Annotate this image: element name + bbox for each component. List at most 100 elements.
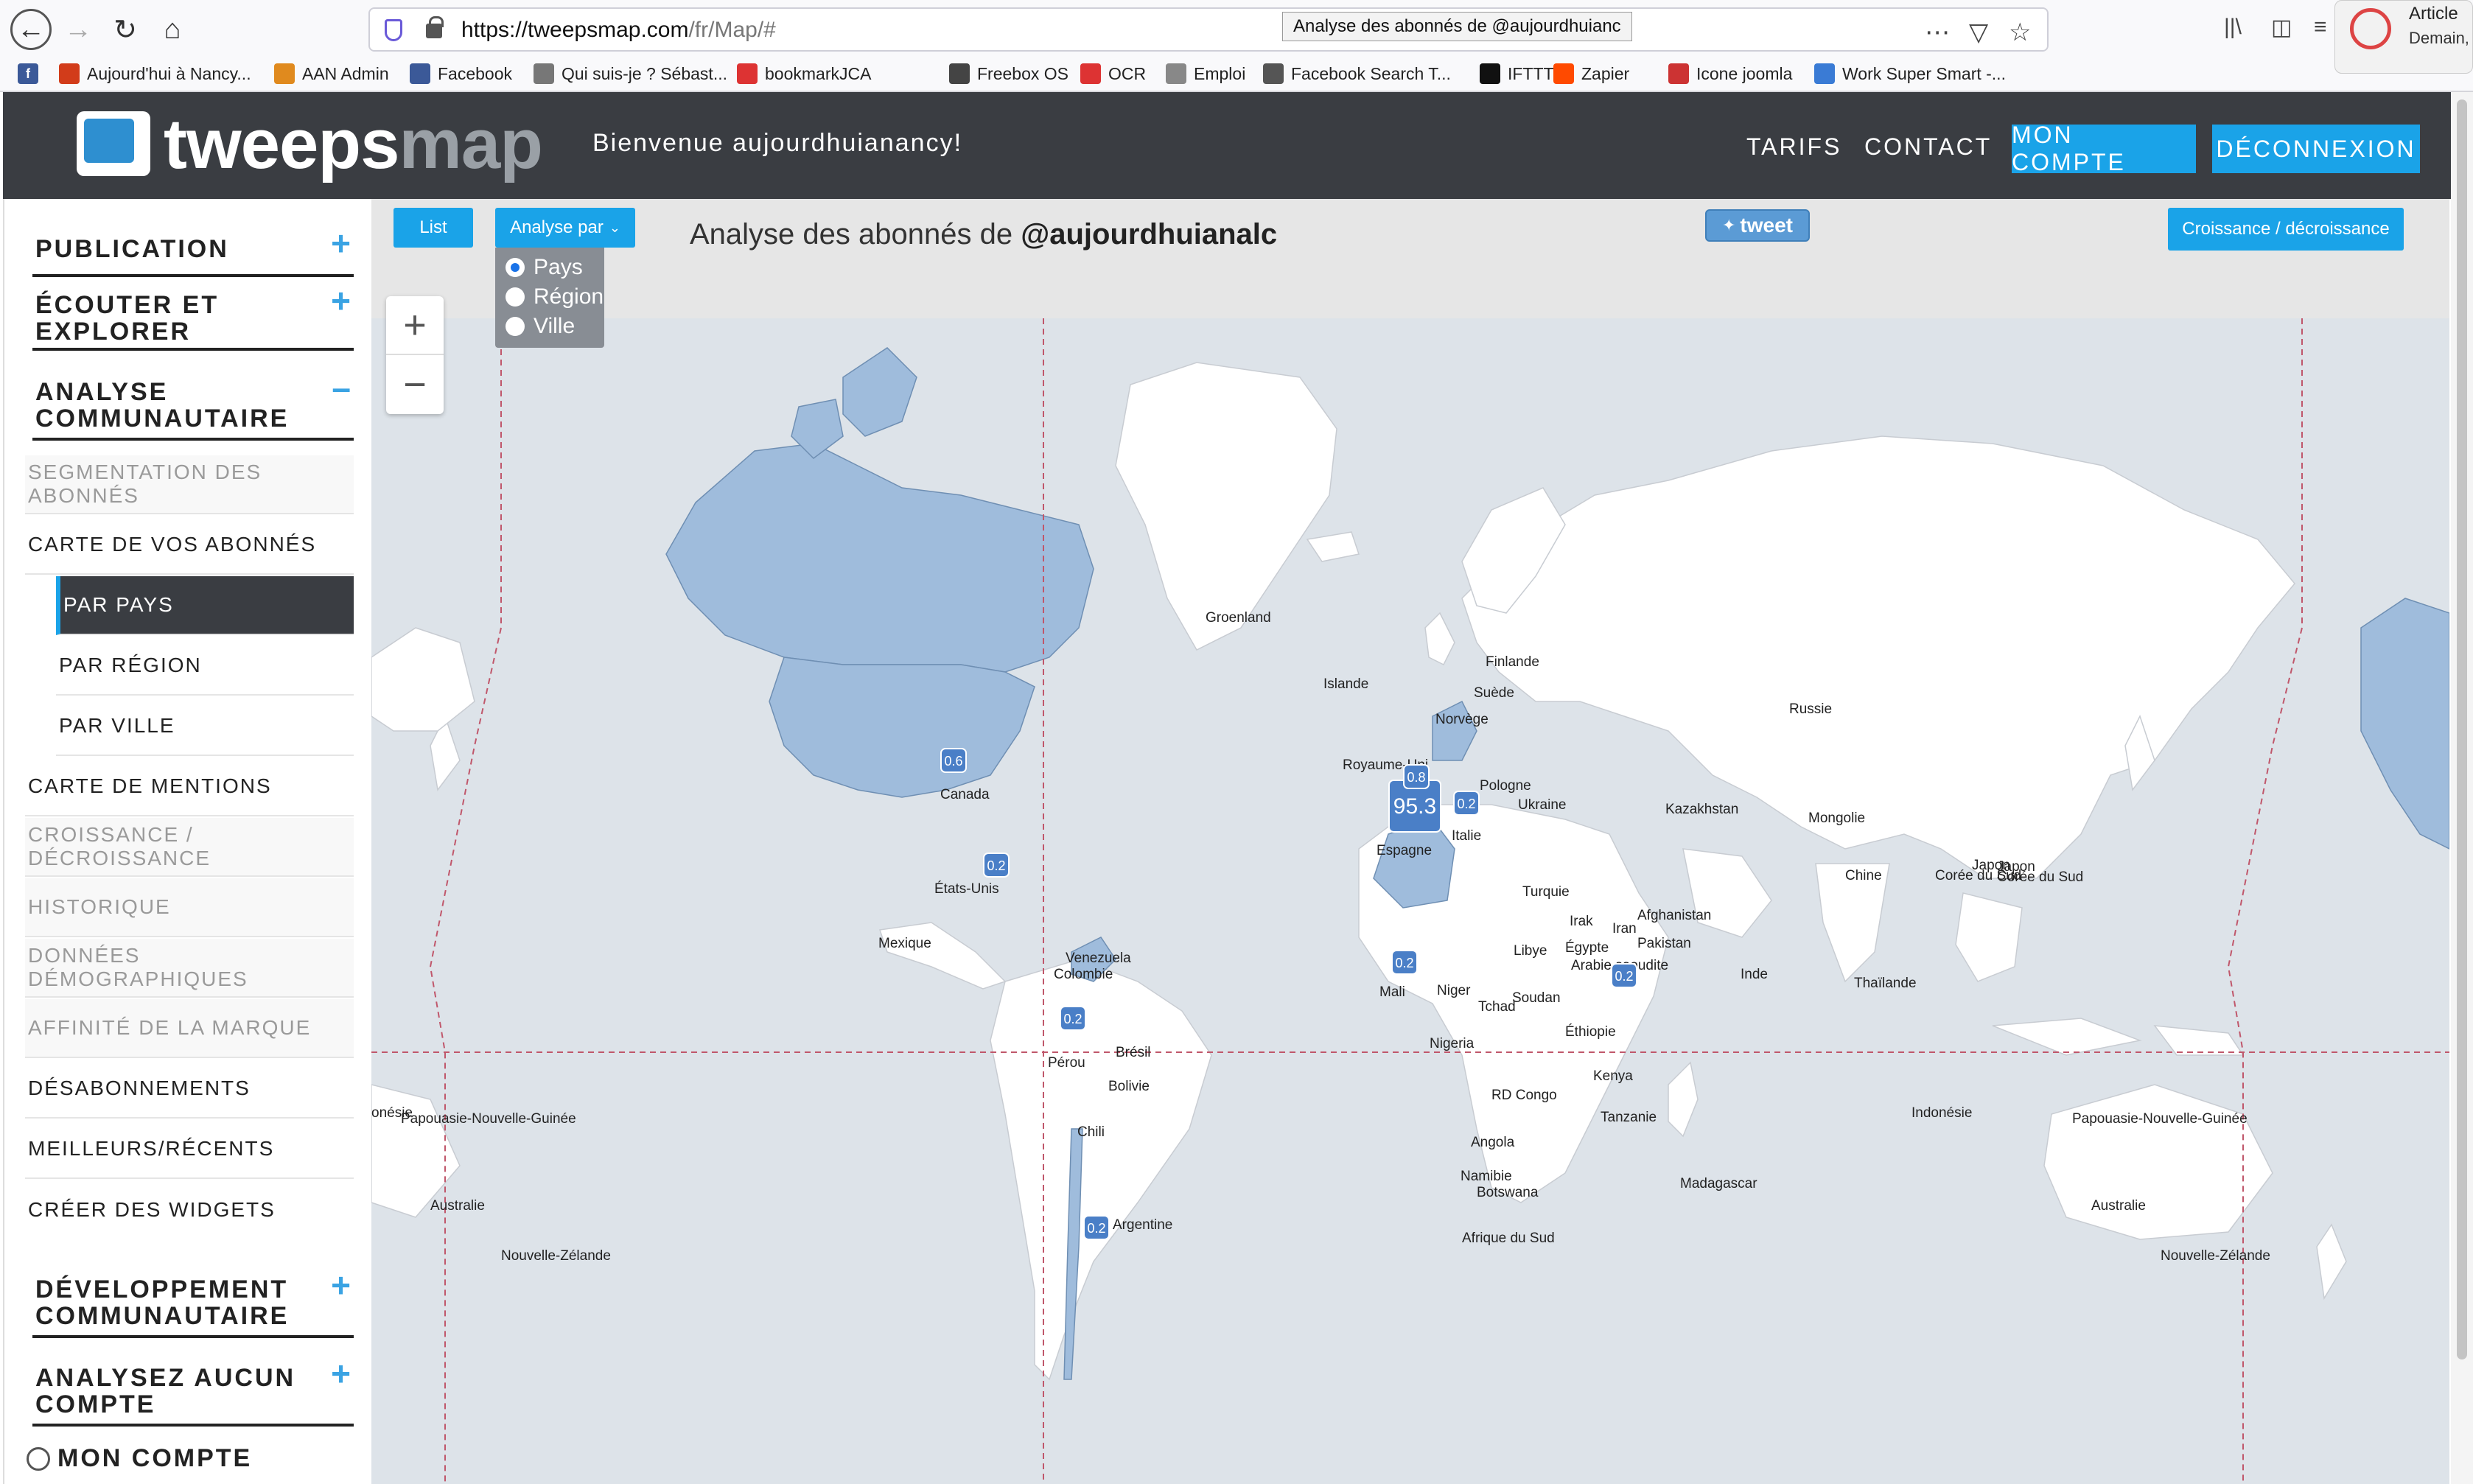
bookmark-item[interactable]: bookmarkJCA xyxy=(737,60,871,87)
nav-contact[interactable]: CONTACT xyxy=(1864,133,1992,161)
follower-marker[interactable]: 0.8 xyxy=(1403,764,1430,789)
bookmark-favicon-icon xyxy=(534,63,554,84)
follower-map[interactable]: List Analyse par ⌄ Analyse des abonnés de… xyxy=(371,199,2449,1484)
mon-compte-button[interactable]: MON COMPTE xyxy=(2012,122,2196,175)
sidebar-mon-compte[interactable]: MON COMPTE xyxy=(27,1444,252,1473)
library-icon[interactable]: ||\ xyxy=(2224,15,2242,40)
bookmark-facebook-icon-only[interactable]: f xyxy=(18,60,46,87)
page-scrollbar[interactable] xyxy=(2451,92,2473,1484)
bookmark-label: Freebox OS xyxy=(977,63,1068,83)
follower-marker[interactable]: 0.2 xyxy=(983,853,1010,878)
list-button[interactable]: List xyxy=(393,208,473,248)
sidebar-section-publication[interactable]: PUBLICATION + xyxy=(32,214,354,277)
tracking-shield-icon[interactable] xyxy=(385,19,402,41)
analyse-par-dropdown[interactable]: Analyse par ⌄ xyxy=(495,208,635,248)
radio-ville[interactable]: Ville xyxy=(506,312,575,340)
plus-icon[interactable]: + xyxy=(331,1268,351,1302)
country-label: Nigeria xyxy=(1430,1036,1475,1051)
scrollbar-thumb[interactable] xyxy=(2457,99,2467,1359)
sidebar-item-croissance[interactable]: CROISSANCE / DÉCROISSANCE xyxy=(25,818,354,877)
sidebar-item-carte-abonnes[interactable]: CARTE DE VOS ABONNÉS xyxy=(25,516,354,575)
marker-value: 0.2 xyxy=(987,858,1005,873)
sidebar-item-par-ville[interactable]: PAR VILLE xyxy=(56,697,354,756)
url-bar[interactable]: https://tweepsmap.com/fr/Map/# ⋯ ▽ ☆ xyxy=(368,7,2049,52)
sidebar-section-aucun-compte[interactable]: ANALYSEZ AUCUN COMPTE + xyxy=(32,1354,354,1427)
bookmark-label: AAN Admin xyxy=(302,63,389,83)
menu-icon[interactable]: ≡ xyxy=(2314,15,2327,40)
bookmark-item[interactable]: OCR xyxy=(1080,60,1146,87)
sidebar-item-historique[interactable]: HISTORIQUE xyxy=(25,878,354,937)
bookmark-item[interactable]: Work Super Smart -... xyxy=(1814,60,2006,87)
follower-marker[interactable]: 0.6 xyxy=(940,748,967,773)
sidebar-icon[interactable]: ◫ xyxy=(2271,15,2292,41)
url-text[interactable]: https://tweepsmap.com/fr/Map/# xyxy=(461,18,776,43)
sidebar-section-ecouter[interactable]: ÉCOUTER ET EXPLORER + xyxy=(32,284,354,351)
pocket-icon[interactable]: ▽ xyxy=(1969,18,1988,47)
country-label: Chili xyxy=(1077,1124,1105,1140)
radio-region[interactable]: Région xyxy=(506,283,604,311)
bookmark-item[interactable]: Aujourd'hui à Nancy... xyxy=(59,60,251,87)
bookmark-item[interactable]: Qui suis-je ? Sébast... xyxy=(534,60,727,87)
croissance-button[interactable]: Croissance / décroissance xyxy=(2168,208,2404,251)
country-label: Colombie xyxy=(1054,967,1113,982)
tweepsmap-logo[interactable]: tweepsmap xyxy=(77,109,543,180)
plus-icon[interactable]: + xyxy=(331,226,351,260)
country-label: Irak xyxy=(1570,914,1593,929)
tweet-button[interactable]: ✦ tweet xyxy=(1705,209,1810,242)
bookmark-item[interactable]: AAN Admin xyxy=(274,60,389,87)
follower-marker[interactable]: 0.2 xyxy=(1611,963,1637,988)
country-label: Australie xyxy=(2091,1198,2146,1214)
plus-icon[interactable]: + xyxy=(331,1357,351,1390)
sidebar-item-par-region[interactable]: PAR RÉGION xyxy=(56,637,354,696)
follower-marker[interactable]: 0.2 xyxy=(1083,1215,1110,1240)
bookmark-item[interactable]: Emploi xyxy=(1166,60,1245,87)
minus-icon[interactable]: – xyxy=(332,371,351,405)
zoom-out-button[interactable]: − xyxy=(386,355,444,414)
country-label: Niger xyxy=(1437,983,1471,998)
forward-button[interactable]: → xyxy=(57,9,99,50)
bookmark-item[interactable]: Facebook Search T... xyxy=(1263,60,1451,87)
nav-tarifs[interactable]: TARIFS xyxy=(1746,133,1841,161)
sidebar-section-developpement[interactable]: DÉVELOPPEMENT COMMUNAUTAIRE + xyxy=(32,1267,354,1338)
bookmark-item[interactable]: Zapier xyxy=(1553,60,1629,87)
bookmarks-toolbar: f Aujourd'hui à Nancy... AAN Admin Faceboo… xyxy=(0,57,2473,91)
zoom-in-button[interactable]: + xyxy=(386,296,444,355)
tweet-label: tweet xyxy=(1740,214,1793,237)
sidebar-section-analyse[interactable]: ANALYSE COMMUNAUTAIRE – xyxy=(32,360,354,441)
sidebar-item-par-pays[interactable]: PAR PAYS xyxy=(56,576,354,635)
sidebar-item-widgets[interactable]: CRÉER DES WIDGETS xyxy=(25,1180,354,1239)
tab-tooltip: Analyse des abonnés de @aujourdhuianc xyxy=(1282,12,1632,41)
back-button[interactable]: ← xyxy=(10,9,52,50)
plus-icon[interactable]: + xyxy=(331,284,351,318)
follower-marker[interactable]: 0.2 xyxy=(1453,791,1480,816)
follower-marker[interactable]: 0.2 xyxy=(1391,950,1418,975)
sidebar-item-meilleurs[interactable]: MEILLEURS/RÉCENTS xyxy=(25,1120,354,1179)
bookmark-item[interactable]: Facebook xyxy=(410,60,512,87)
radio-pays[interactable]: Pays xyxy=(506,253,583,281)
radio-label: Région xyxy=(534,284,604,309)
sidebar-item-segmentation[interactable]: SEGMENTATION DES ABONNÉS xyxy=(25,455,354,514)
map-toolbar: List Analyse par ⌄ Analyse des abonnés de… xyxy=(371,199,2449,318)
home-icon[interactable]: ⌂ xyxy=(152,9,193,50)
bookmark-item[interactable]: Freebox OS xyxy=(949,60,1068,87)
marker-value: 0.2 xyxy=(1087,1221,1105,1236)
reload-icon[interactable]: ↻ xyxy=(105,9,146,50)
page-actions-icon[interactable]: ⋯ xyxy=(1925,18,1950,47)
bookmark-star-icon[interactable]: ☆ xyxy=(2009,18,2031,47)
country-label: Suède xyxy=(1474,685,1514,701)
sidebar-item-desabonnements[interactable]: DÉSABONNEMENTS xyxy=(25,1060,354,1119)
follower-marker[interactable]: 0.2 xyxy=(1060,1006,1086,1031)
country-label: Canada xyxy=(940,787,990,802)
bookmark-item[interactable]: IFTTT xyxy=(1480,60,1554,87)
welcome-message: Bienvenue aujourdhuianancy! xyxy=(592,129,963,157)
sidebar-item-carte-mentions[interactable]: CARTE DE MENTIONS xyxy=(25,757,354,816)
lock-icon[interactable] xyxy=(426,16,444,38)
site-header: tweepsmap Bienvenue aujourdhuianancy! TA… xyxy=(3,92,2451,199)
bookmark-item[interactable]: Icone joomla xyxy=(1668,60,1792,87)
section-label-line2: EXPLORER xyxy=(35,318,192,346)
radio-selected-icon xyxy=(506,258,525,277)
sidebar-item-affinite[interactable]: AFFINITÉ DE LA MARQUE xyxy=(25,999,354,1058)
sidebar-item-demographiques[interactable]: DONNÉES DÉMOGRAPHIQUES xyxy=(25,939,354,998)
country-label: Argentine xyxy=(1113,1217,1172,1233)
deconnexion-button[interactable]: DÉCONNEXION xyxy=(2212,125,2420,173)
